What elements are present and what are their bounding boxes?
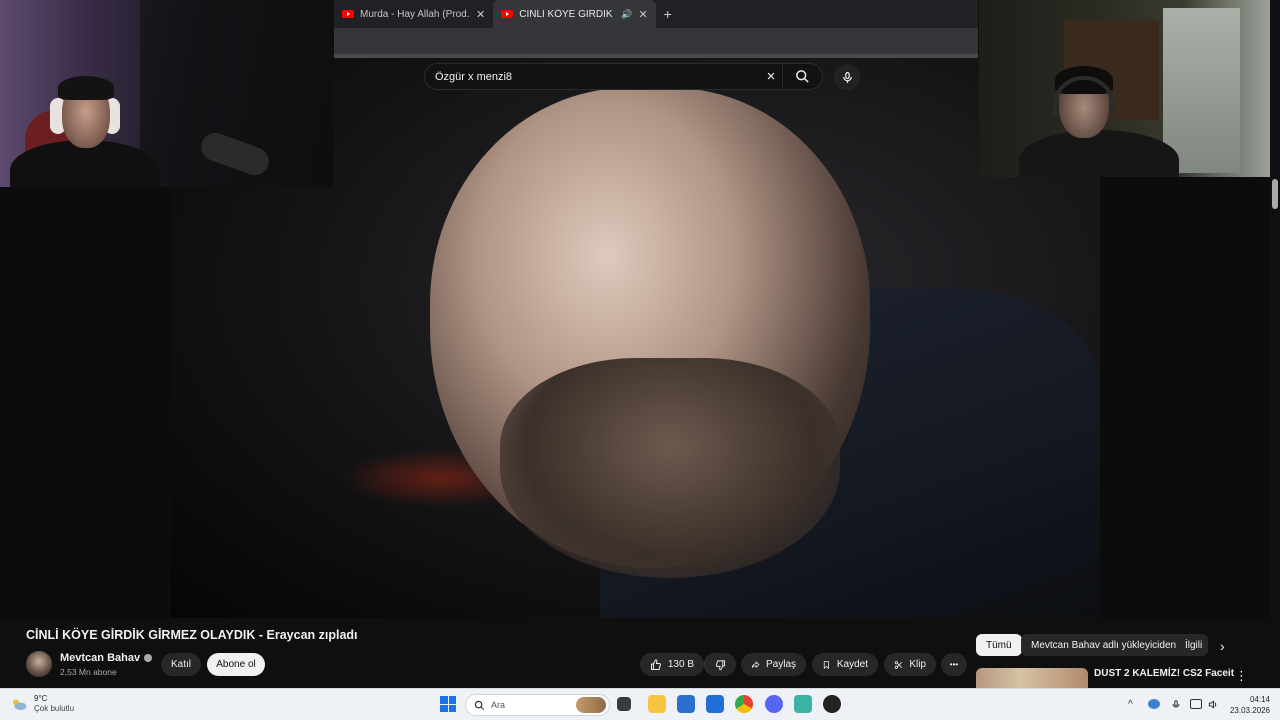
chip-uploader[interactable]: Mevtcan Bahav adlı yükleyiciden: [1021, 634, 1187, 656]
recommended-video-title[interactable]: DUST 2 KALEMİZ! CS2 Faceit: [1094, 668, 1234, 679]
scrollbar-thumb[interactable]: [1272, 179, 1278, 209]
subscriber-count: 2,53 Mn abone: [60, 667, 117, 677]
microphone-arm: [197, 128, 273, 180]
video-title: CİNLİ KÖYE GİRDİK GİRMEZ OLAYDIK - Erayc…: [26, 628, 358, 642]
clip-button[interactable]: Klip: [884, 653, 936, 676]
taskbar-search-placeholder: Ara: [491, 700, 506, 710]
search-icon: [474, 700, 485, 710]
steam-icon[interactable]: [823, 695, 841, 713]
share-button[interactable]: Paylaş: [741, 653, 806, 676]
guest-body: [1019, 130, 1179, 177]
search-highlight-image: [576, 697, 606, 713]
save-button[interactable]: Kaydet: [812, 653, 878, 676]
speaker-icon[interactable]: 🔊: [621, 9, 632, 20]
discord-icon[interactable]: [765, 695, 783, 713]
search-box: ×: [424, 63, 823, 90]
address-bar[interactable]: [334, 28, 978, 54]
chrome-icon[interactable]: [735, 695, 753, 713]
chip-all[interactable]: Tümü: [976, 634, 1022, 656]
room-window: [1163, 8, 1240, 173]
search-icon: [796, 70, 809, 83]
browser-window-bar: Murda - Hay Allah (Prod. Vlado ✕ CİNLİ K…: [334, 0, 978, 58]
youtube-icon: [342, 10, 354, 18]
share-label: Paylaş: [765, 659, 796, 670]
mic-tray-icon[interactable]: [1171, 699, 1181, 713]
windows-start-icon[interactable]: [440, 696, 456, 712]
clear-search-icon[interactable]: ×: [760, 68, 782, 85]
search-button[interactable]: [782, 64, 822, 89]
recommended-video-menu-icon[interactable]: ⋮: [1235, 668, 1248, 684]
thumbs-down-icon: [715, 659, 726, 670]
channel-name-row[interactable]: Mevtcan Bahav: [60, 652, 153, 664]
dislike-button[interactable]: [704, 653, 736, 676]
chip-label: İlgili: [1185, 639, 1203, 651]
join-label: Katıl: [171, 659, 192, 670]
task-view-icon[interactable]: [617, 697, 631, 711]
cloud-sun-icon: [13, 699, 27, 710]
chevron-right-icon[interactable]: ›: [1220, 638, 1225, 654]
tab-title: Murda - Hay Allah (Prod. Vlado: [360, 8, 470, 20]
store-icon[interactable]: [677, 695, 695, 713]
channel-name[interactable]: Mevtcan Bahav: [60, 652, 140, 664]
bookmark-icon: [823, 660, 830, 669]
taskbar-search[interactable]: Ara: [465, 694, 610, 716]
clock-time: 04:14: [1249, 695, 1270, 704]
volume-icon[interactable]: [1207, 699, 1219, 713]
chevron-up-icon[interactable]: ^: [1128, 699, 1133, 710]
clock-date: 23.03.2026: [1229, 706, 1270, 715]
tab-strip: Murda - Hay Allah (Prod. Vlado ✕ CİNLİ K…: [334, 0, 978, 28]
guest-webcam: [979, 0, 1270, 177]
onedrive-icon[interactable]: [1148, 699, 1160, 709]
tab-title: CİNLİ KÖYE GİRDİK GİRMEZ: [519, 8, 615, 20]
subscribe-button[interactable]: Abone ol: [207, 653, 265, 676]
network-icon[interactable]: [1190, 699, 1202, 709]
windows-taskbar: 9°C Çok bulutlu Ara ^ 04:14 23.03.2026: [0, 688, 1280, 720]
clip-label: Klip: [909, 659, 926, 670]
save-label: Kaydet: [836, 659, 868, 670]
more-actions-button[interactable]: •••: [941, 653, 967, 676]
streamer-hair: [58, 76, 114, 100]
like-button[interactable]: 130 B: [640, 653, 704, 676]
file-explorer-icon[interactable]: [648, 695, 666, 713]
chip-related[interactable]: İlgili: [1178, 634, 1208, 656]
weather-temp: 9°C: [34, 694, 48, 703]
outlook-icon[interactable]: [706, 695, 724, 713]
tab-cinli-koye[interactable]: CİNLİ KÖYE GİRDİK GİRMEZ 🔊 ✕: [493, 0, 656, 28]
recommended-video-thumbnail[interactable]: [976, 668, 1088, 688]
more-icon: •••: [949, 660, 959, 669]
scissors-icon: [894, 660, 903, 669]
chip-label: Tümü: [986, 639, 1012, 651]
tab-murda[interactable]: Murda - Hay Allah (Prod. Vlado ✕: [334, 0, 493, 28]
streamer-webcam: [0, 0, 333, 187]
like-count: 130 B: [667, 659, 694, 670]
weather-widget[interactable]: 9°C Çok bulutlu: [10, 694, 74, 713]
join-button[interactable]: Katıl: [161, 653, 201, 676]
youtube-icon: [501, 10, 514, 18]
share-icon: [751, 660, 760, 668]
weather-desc: Çok bulutlu: [34, 704, 75, 713]
person-beard: [500, 358, 840, 578]
search-input[interactable]: [435, 70, 760, 83]
voice-search-button[interactable]: [834, 64, 860, 90]
page-scrollbar[interactable]: [1270, 177, 1280, 688]
close-icon[interactable]: ✕: [638, 8, 647, 21]
chip-label: Mevtcan Bahav adlı yükleyiciden: [1031, 639, 1177, 651]
toolbar-divider: [334, 54, 978, 58]
microphone-icon: [842, 71, 852, 83]
thumbs-up-icon: [650, 658, 661, 670]
channel-avatar[interactable]: [26, 651, 52, 677]
notepad-icon[interactable]: [794, 695, 812, 713]
close-icon[interactable]: ✕: [476, 8, 485, 21]
screen: Murda - Hay Allah (Prod. Vlado ✕ CİNLİ K…: [0, 0, 1280, 720]
subscribe-label: Abone ol: [216, 659, 256, 670]
new-tab-button[interactable]: +: [656, 6, 680, 22]
system-clock[interactable]: 04:14 23.03.2026: [1226, 694, 1270, 716]
verified-icon: [144, 654, 153, 662]
